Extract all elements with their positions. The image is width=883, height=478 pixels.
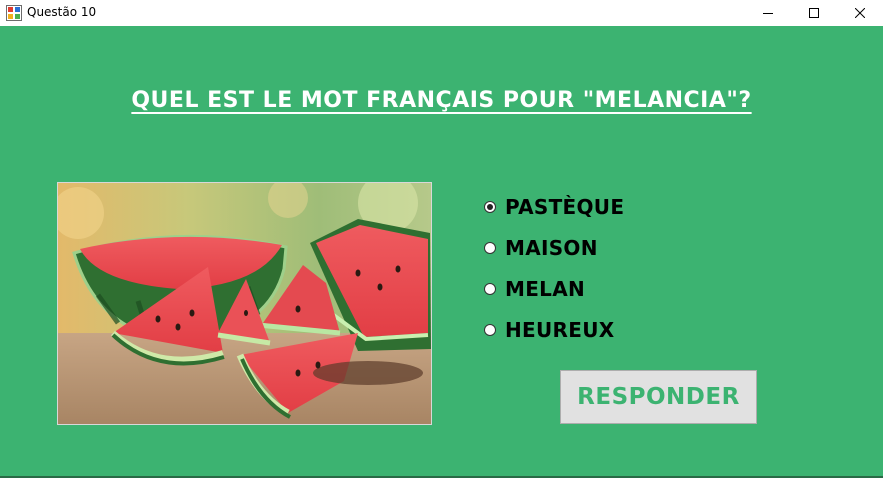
minimize-icon [763,13,773,14]
option-label: PASTÈQUE [505,194,625,219]
maximize-button[interactable] [791,0,837,26]
question-heading: Quel est le mot français pour "Melancia"… [0,88,883,113]
option-label: MELAN [505,276,586,301]
title-bar[interactable]: Questão 10 [0,0,883,26]
question-text: Quel est le mot français pour "Melancia"… [131,88,752,113]
form-client-area: Quel est le mot français pour "Melancia"… [0,26,883,476]
radio-button[interactable] [484,241,496,254]
watermelon-image [57,182,432,425]
radio-button-selected[interactable] [484,200,496,213]
winforms-app-icon [6,5,22,21]
option-maison[interactable]: MAISON [484,227,624,268]
answer-options: PASTÈQUE MAISON MELAN HEUREUX [484,186,624,350]
option-pasteque[interactable]: PASTÈQUE [484,186,624,227]
window-title: Questão 10 [27,5,97,19]
radio-button[interactable] [484,282,496,295]
option-label: MAISON [505,235,598,260]
responder-button-label: RESPONDER [577,384,740,410]
radio-button[interactable] [484,323,496,336]
responder-button[interactable]: RESPONDER [560,370,757,424]
option-melan[interactable]: MELAN [484,268,624,309]
option-label: HEUREUX [505,317,615,342]
maximize-icon [809,8,819,18]
close-button[interactable] [837,0,883,26]
minimize-button[interactable] [745,0,791,26]
radio-dot-icon [487,203,493,210]
option-heureux[interactable]: HEUREUX [484,309,624,350]
close-icon [855,8,865,18]
